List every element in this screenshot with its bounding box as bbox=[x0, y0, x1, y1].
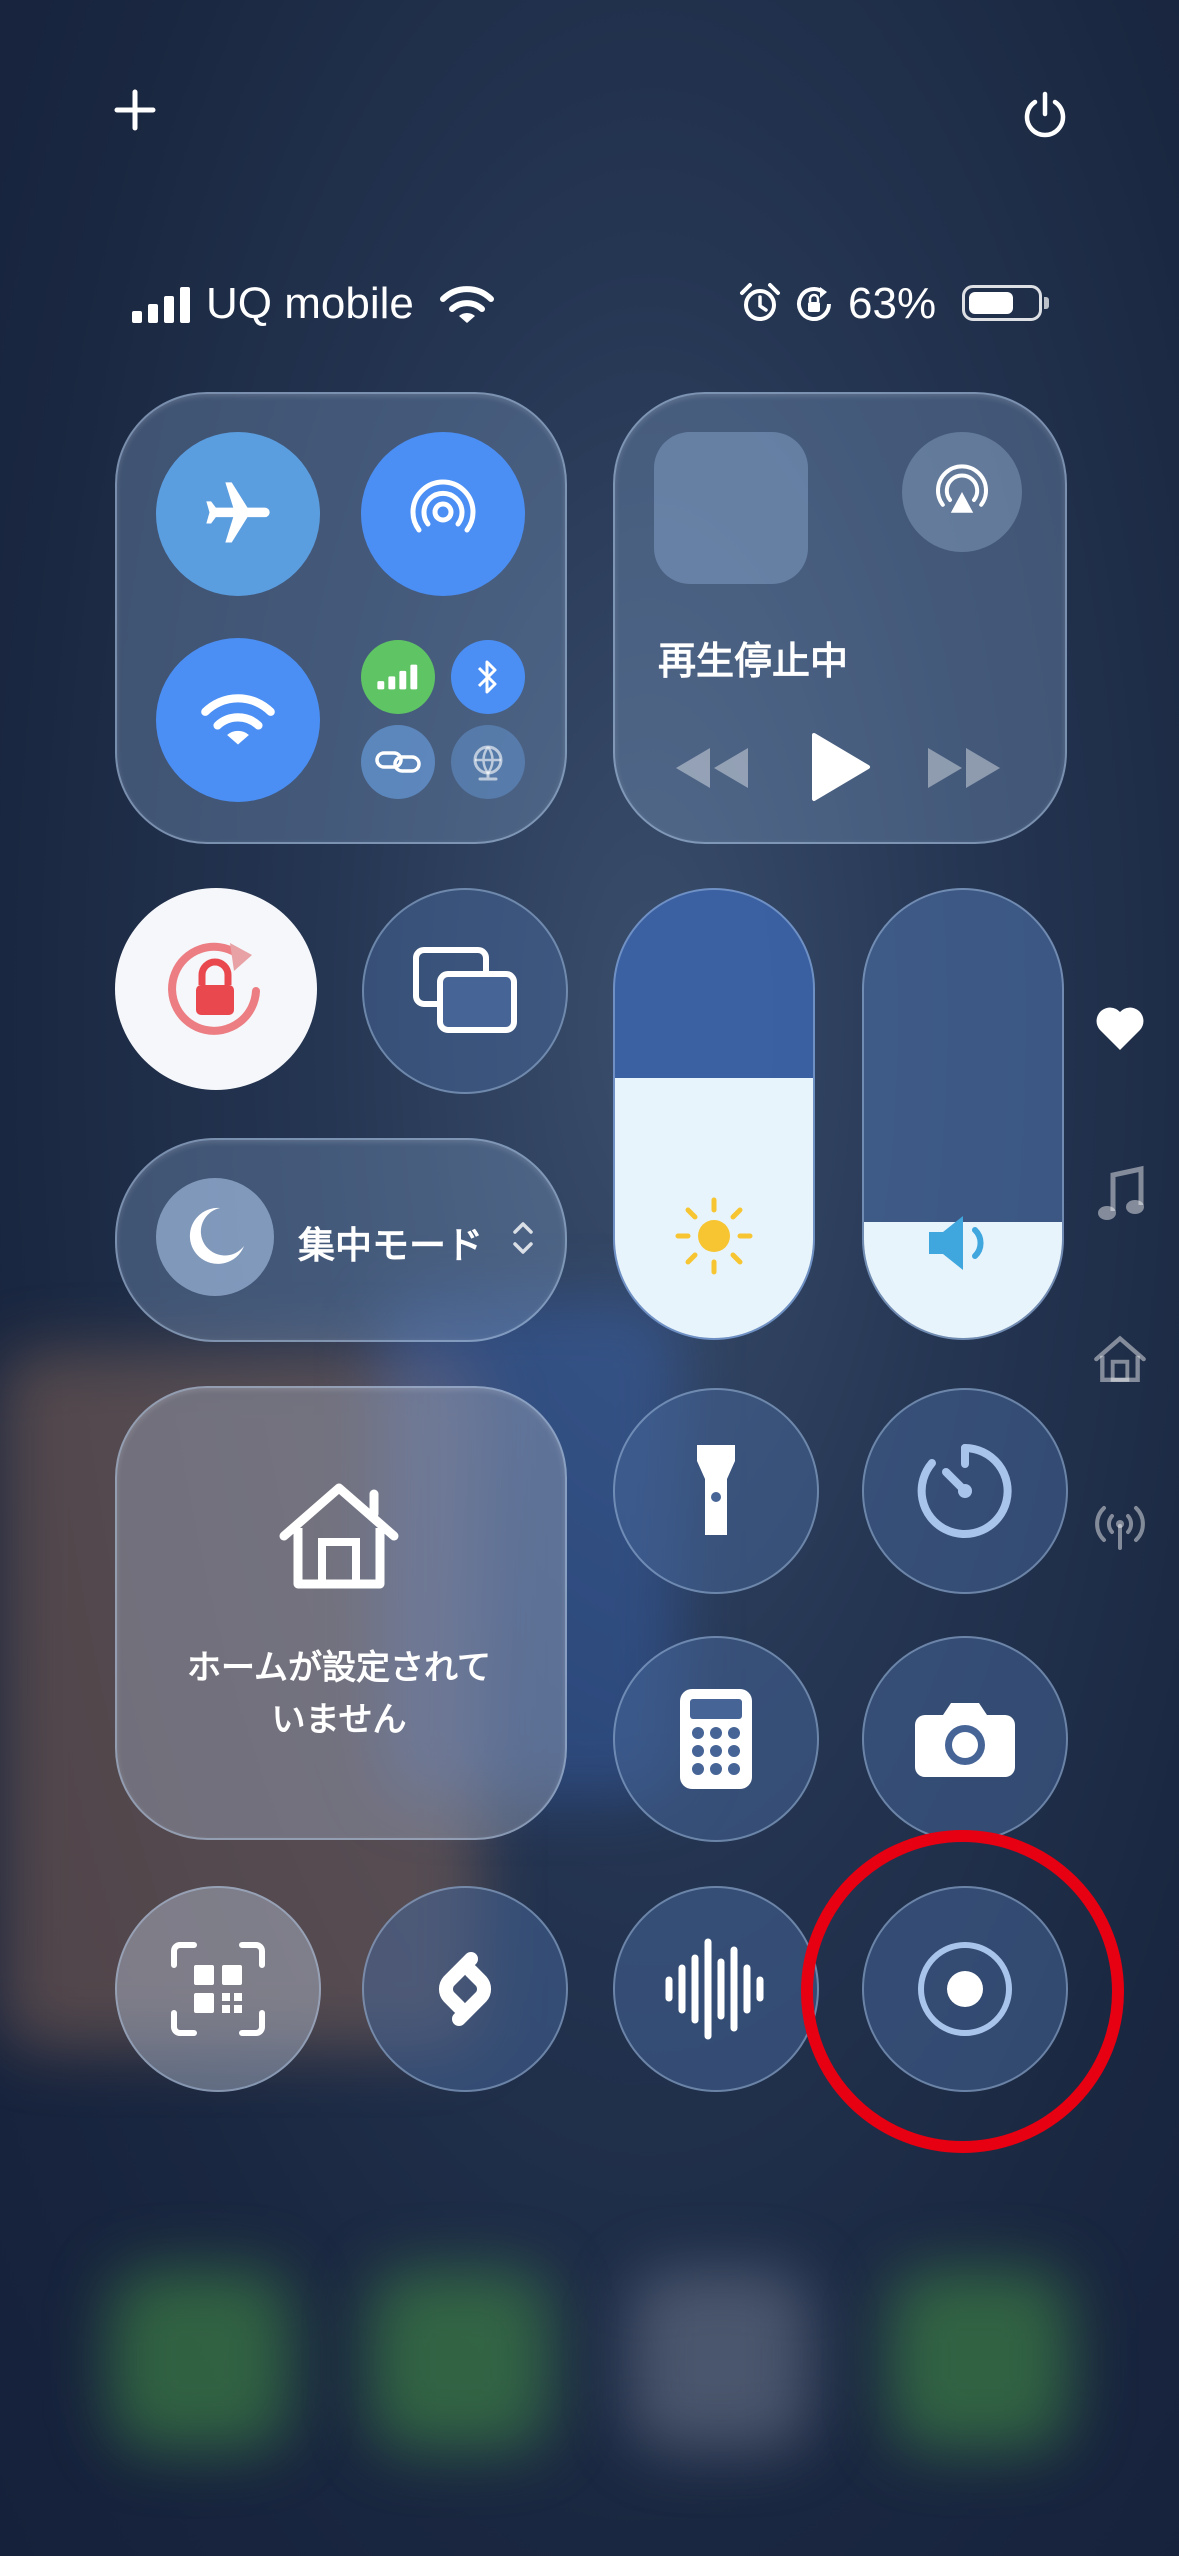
airdrop-icon bbox=[410, 479, 476, 533]
side-nav-connectivity[interactable] bbox=[1090, 1496, 1150, 1556]
side-nav-favorites[interactable] bbox=[1090, 998, 1150, 1058]
album-art-placeholder bbox=[654, 432, 808, 584]
highlight-ring bbox=[801, 1830, 1124, 2153]
screen-mirroring-icon bbox=[413, 947, 517, 1033]
home-module[interactable] bbox=[115, 1386, 567, 1840]
orientation-lock-status-icon bbox=[797, 287, 831, 321]
screen-mirroring-button[interactable] bbox=[362, 888, 568, 1094]
hotspot-toggle[interactable] bbox=[361, 725, 435, 799]
signal-icon bbox=[132, 287, 190, 323]
previous-track-button[interactable] bbox=[672, 738, 752, 798]
home-icon bbox=[279, 1483, 399, 1589]
play-icon bbox=[812, 733, 870, 801]
speaker-icon bbox=[929, 1216, 984, 1270]
home-message-line2: いません bbox=[271, 1700, 407, 1740]
airplane-mode-toggle[interactable] bbox=[156, 432, 320, 596]
sun-icon bbox=[675, 1197, 753, 1275]
focus-label: 集中モード bbox=[298, 1224, 483, 1267]
focus-chevron-updown-icon bbox=[508, 1218, 538, 1258]
side-nav-home[interactable] bbox=[1090, 1330, 1150, 1390]
camera-button[interactable] bbox=[862, 1636, 1068, 1842]
flashlight-icon bbox=[697, 1445, 735, 1535]
airplane-icon bbox=[206, 482, 270, 543]
wifi-toggle[interactable] bbox=[156, 638, 320, 802]
battery-percent: 63% bbox=[848, 279, 937, 328]
voice-memos-button[interactable] bbox=[613, 1886, 819, 2092]
music-note-icon bbox=[1098, 1165, 1144, 1220]
heart-icon bbox=[1096, 1007, 1144, 1050]
home-message-line1: ホームが設定されて bbox=[187, 1648, 491, 1688]
timer-button[interactable] bbox=[862, 1388, 1068, 1594]
airdrop-toggle[interactable] bbox=[361, 432, 525, 596]
play-button[interactable] bbox=[800, 726, 880, 808]
airplay-audio-icon bbox=[936, 464, 988, 513]
waveform-icon bbox=[665, 1938, 764, 2040]
shazam-button[interactable] bbox=[362, 1886, 568, 2092]
focus-moon-circle bbox=[156, 1178, 274, 1296]
battery-icon bbox=[962, 285, 1049, 321]
orientation-lock-icon bbox=[168, 942, 260, 1035]
wifi-status-icon bbox=[440, 286, 494, 323]
side-nav-music[interactable] bbox=[1090, 1162, 1150, 1228]
power-icon bbox=[1024, 91, 1066, 138]
carrier-label: UQ mobile bbox=[206, 279, 414, 328]
orientation-lock-toggle[interactable] bbox=[115, 888, 317, 1090]
qr-code-icon bbox=[171, 1942, 265, 2036]
shazam-icon bbox=[439, 1952, 491, 2026]
moon-icon bbox=[189, 1207, 244, 1264]
vpn-globe-icon bbox=[473, 745, 503, 781]
backward-icon bbox=[676, 748, 748, 788]
bluetooth-icon bbox=[477, 660, 497, 694]
power-button[interactable] bbox=[1010, 80, 1080, 150]
cellular-toggle[interactable] bbox=[361, 640, 435, 714]
plus-icon bbox=[114, 89, 156, 131]
bluetooth-toggle[interactable] bbox=[451, 640, 525, 714]
cellular-icon bbox=[377, 664, 418, 690]
vpn-toggle[interactable] bbox=[451, 725, 525, 799]
brightness-slider[interactable] bbox=[613, 888, 815, 1340]
calculator-button[interactable] bbox=[613, 1636, 819, 1842]
antenna-icon bbox=[1095, 1506, 1145, 1550]
home-icon bbox=[1094, 1335, 1146, 1382]
camera-icon bbox=[915, 1703, 1015, 1777]
timer-icon bbox=[917, 1444, 1012, 1538]
alarm-icon bbox=[740, 283, 780, 321]
calculator-icon bbox=[680, 1689, 752, 1789]
volume-slider[interactable] bbox=[862, 888, 1064, 1340]
personal-hotspot-icon bbox=[375, 751, 421, 773]
airplay-button[interactable] bbox=[902, 432, 1022, 552]
add-button[interactable] bbox=[105, 80, 165, 140]
wifi-icon bbox=[201, 694, 275, 745]
flashlight-button[interactable] bbox=[613, 1388, 819, 1594]
media-status: 再生停止中 bbox=[658, 639, 849, 683]
next-track-button[interactable] bbox=[924, 738, 1004, 798]
forward-icon bbox=[928, 748, 1000, 788]
status-bar: UQ mobile 63% bbox=[130, 275, 1060, 335]
code-scanner-button[interactable] bbox=[115, 1886, 321, 2092]
